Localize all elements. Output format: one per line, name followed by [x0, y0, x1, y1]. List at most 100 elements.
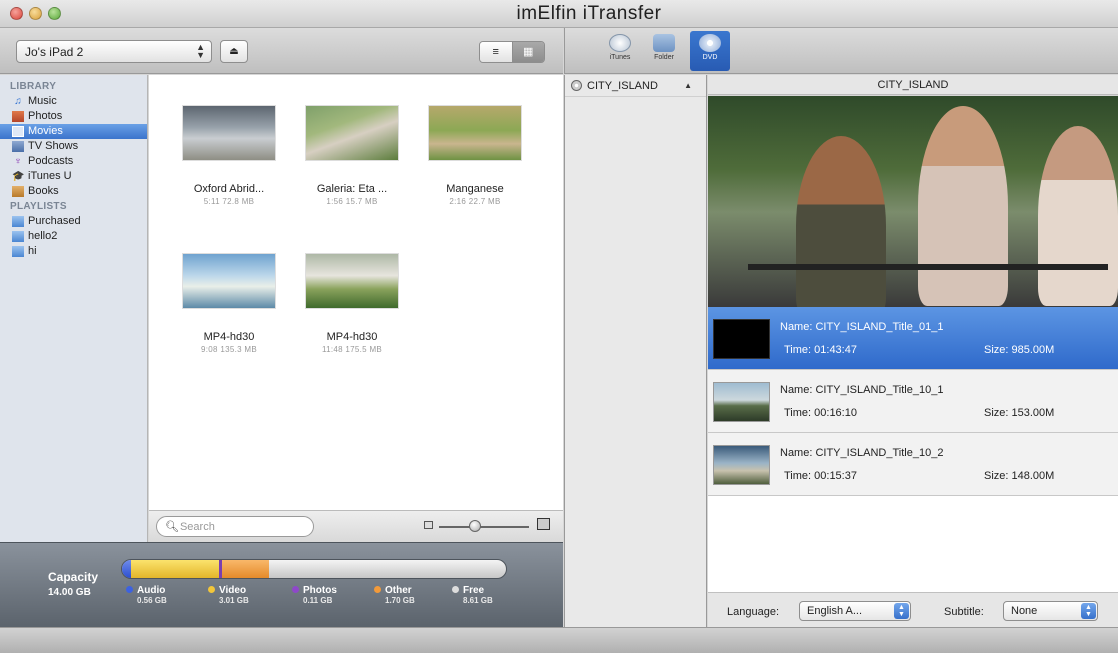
- movie-meta: 11:48 175.5 MB: [321, 345, 383, 354]
- dvd-title-row[interactable]: Name: CITY_ISLAND_Title_10_2 Time: 00:15…: [708, 433, 1118, 496]
- playlists-header: PLAYLISTS: [10, 201, 67, 212]
- legend-amount: 0.11 GB: [303, 596, 333, 605]
- dvd-title-row[interactable]: Name: CITY_ISLAND_Title_01_1 Time: 01:43…: [708, 307, 1118, 370]
- movie-title: Manganese: [446, 183, 504, 195]
- movie-title: MP4-hd30: [203, 331, 255, 343]
- capacity-segment-other: [222, 560, 269, 578]
- sidebar-item-photos[interactable]: Photos: [0, 109, 147, 124]
- movie-tile[interactable]: Manganese 2:16 22.7 MB: [415, 105, 535, 206]
- legend-amount: 0.56 GB: [137, 596, 167, 605]
- title-time: Time: 00:16:10: [784, 407, 857, 419]
- legend-video: Video 3.01 GB: [208, 585, 249, 605]
- view-mode-toggle: ≡ ▦: [479, 41, 545, 63]
- legend-free: Free 8.61 GB: [452, 585, 493, 605]
- movie-thumbnail: [428, 105, 522, 161]
- legend-amount: 3.01 GB: [219, 596, 249, 605]
- movie-title: Galeria: Eta ...: [316, 183, 388, 195]
- movie-meta: 9:08 135.3 MB: [201, 345, 257, 354]
- title-thumbnail: [713, 382, 770, 422]
- zoom-slider-track[interactable]: [439, 526, 529, 528]
- video-dot-icon: [208, 586, 215, 593]
- device-name: Jo's iPad 2: [25, 45, 84, 59]
- movie-thumbnail: [305, 105, 399, 161]
- disc-icon: [571, 80, 582, 91]
- device-selector[interactable]: Jo's iPad 2 ▲ ▼: [16, 40, 212, 63]
- movies-grid: Oxford Abrid... 5:11 72.8 MB Galeria: Et…: [149, 75, 563, 542]
- language-label: Language:: [727, 606, 779, 618]
- subtitle-value: None: [1011, 605, 1038, 617]
- movie-tile[interactable]: MP4-hd30 11:48 175.5 MB: [292, 253, 412, 354]
- movie-tile[interactable]: MP4-hd30 9:08 135.3 MB: [169, 253, 289, 354]
- sidebar-item-label: hi: [28, 245, 37, 257]
- movie-tile[interactable]: Oxford Abrid... 5:11 72.8 MB: [169, 105, 289, 206]
- capacity-total: 14.00 GB: [48, 587, 91, 598]
- subtitle-select[interactable]: None ▲ ▼: [1003, 601, 1098, 621]
- title-name: Name: CITY_ISLAND_Title_01_1: [780, 321, 944, 333]
- folder-source-button[interactable]: Folder: [644, 31, 684, 71]
- dvd-disc-item[interactable]: CITY_ISLAND ▲: [565, 75, 706, 97]
- movie-title: MP4-hd30: [326, 331, 378, 343]
- folder-label: Folder: [654, 54, 674, 61]
- eject-button[interactable]: ⏏: [220, 40, 248, 63]
- dvd-disc-label: CITY_ISLAND: [587, 79, 658, 92]
- other-dot-icon: [374, 586, 381, 593]
- language-select[interactable]: English A... ▲ ▼: [799, 601, 911, 621]
- list-view-button[interactable]: ≡: [480, 42, 513, 62]
- sidebar-item-music[interactable]: ♫ Music: [0, 94, 147, 109]
- eject-icon: ⏏: [229, 46, 239, 57]
- movie-thumbnail: [182, 105, 276, 161]
- itunes-label: iTunes: [609, 54, 631, 61]
- sidebar-item-label: TV Shows: [28, 140, 79, 152]
- library-sidebar: LIBRARY ♫ Music Photos Movies TV Shows ♆…: [0, 75, 148, 542]
- movie-thumbnail: [305, 253, 399, 309]
- search-input[interactable]: 🔍︎Search: [156, 516, 314, 537]
- photos-icon: [12, 111, 24, 122]
- dvd-icon: [699, 34, 721, 52]
- itunes-icon: [609, 34, 631, 52]
- sidebar-item-itunes-u[interactable]: 🎓 iTunes U: [0, 169, 147, 184]
- podcast-icon: ♆: [14, 156, 22, 167]
- grid-view-icon: ▦: [523, 46, 534, 58]
- updown-arrows-icon: ▲ ▼: [196, 42, 205, 60]
- grid-view-button[interactable]: ▦: [512, 42, 544, 62]
- zoom-slider-knob[interactable]: [469, 520, 481, 532]
- sidebar-item-books[interactable]: Books: [0, 184, 147, 199]
- capacity-panel: Capacity 14.00 GB Audio 0.56 GB Video 3.…: [0, 542, 563, 627]
- video-preview[interactable]: [708, 96, 1118, 307]
- preview-figure: [796, 136, 886, 307]
- sidebar-item-movies[interactable]: Movies: [0, 124, 147, 139]
- title-size: Size: 148.00M: [984, 470, 1055, 482]
- dvd-source-button[interactable]: DVD: [690, 31, 730, 71]
- sidebar-item-label: iTunes U: [28, 170, 72, 182]
- sidebar-item-podcasts[interactable]: ♆ Podcasts: [0, 154, 147, 169]
- sidebar-item-label: Books: [28, 185, 59, 197]
- itunes-source-button[interactable]: iTunes: [600, 31, 640, 71]
- sidebar-item-label: Purchased: [28, 215, 81, 227]
- stepper-arrows-icon: ▲ ▼: [894, 603, 909, 619]
- stepper-arrows-icon: ▲ ▼: [1081, 603, 1096, 619]
- sidebar-item-tv-shows[interactable]: TV Shows: [0, 139, 147, 154]
- search-placeholder: Search: [179, 521, 215, 533]
- preview-bicycle-bars: [748, 264, 1108, 270]
- zoom-in-icon[interactable]: [537, 518, 550, 530]
- capacity-segment-audio: [122, 560, 131, 578]
- zoom-out-icon[interactable]: [424, 521, 433, 529]
- playlist-icon: [12, 231, 24, 242]
- sidebar-item-hi[interactable]: hi: [0, 244, 147, 259]
- capacity-segment-video: [131, 560, 219, 578]
- window-title: imElfin iTransfer: [516, 3, 662, 24]
- itunes-u-icon: 🎓: [12, 171, 25, 182]
- books-icon: [12, 186, 24, 197]
- sidebar-item-hello2[interactable]: hello2: [0, 229, 147, 244]
- dvd-title-row[interactable]: Name: CITY_ISLAND_Title_10_1 Time: 00:16…: [708, 370, 1118, 433]
- grid-bottom-bar: 🔍︎Search: [149, 510, 563, 542]
- movie-meta: 5:11 72.8 MB: [203, 197, 255, 206]
- status-bar: [0, 627, 1118, 653]
- sidebar-item-purchased[interactable]: Purchased: [0, 214, 147, 229]
- eject-disc-icon[interactable]: ▲: [684, 76, 692, 96]
- capacity-bar: [121, 559, 507, 579]
- preview-figure: [1038, 126, 1118, 306]
- legend-amount: 8.61 GB: [463, 596, 493, 605]
- movie-tile[interactable]: Galeria: Eta ... 1:56 15.7 MB: [292, 105, 412, 206]
- legend-label: Free: [463, 585, 485, 596]
